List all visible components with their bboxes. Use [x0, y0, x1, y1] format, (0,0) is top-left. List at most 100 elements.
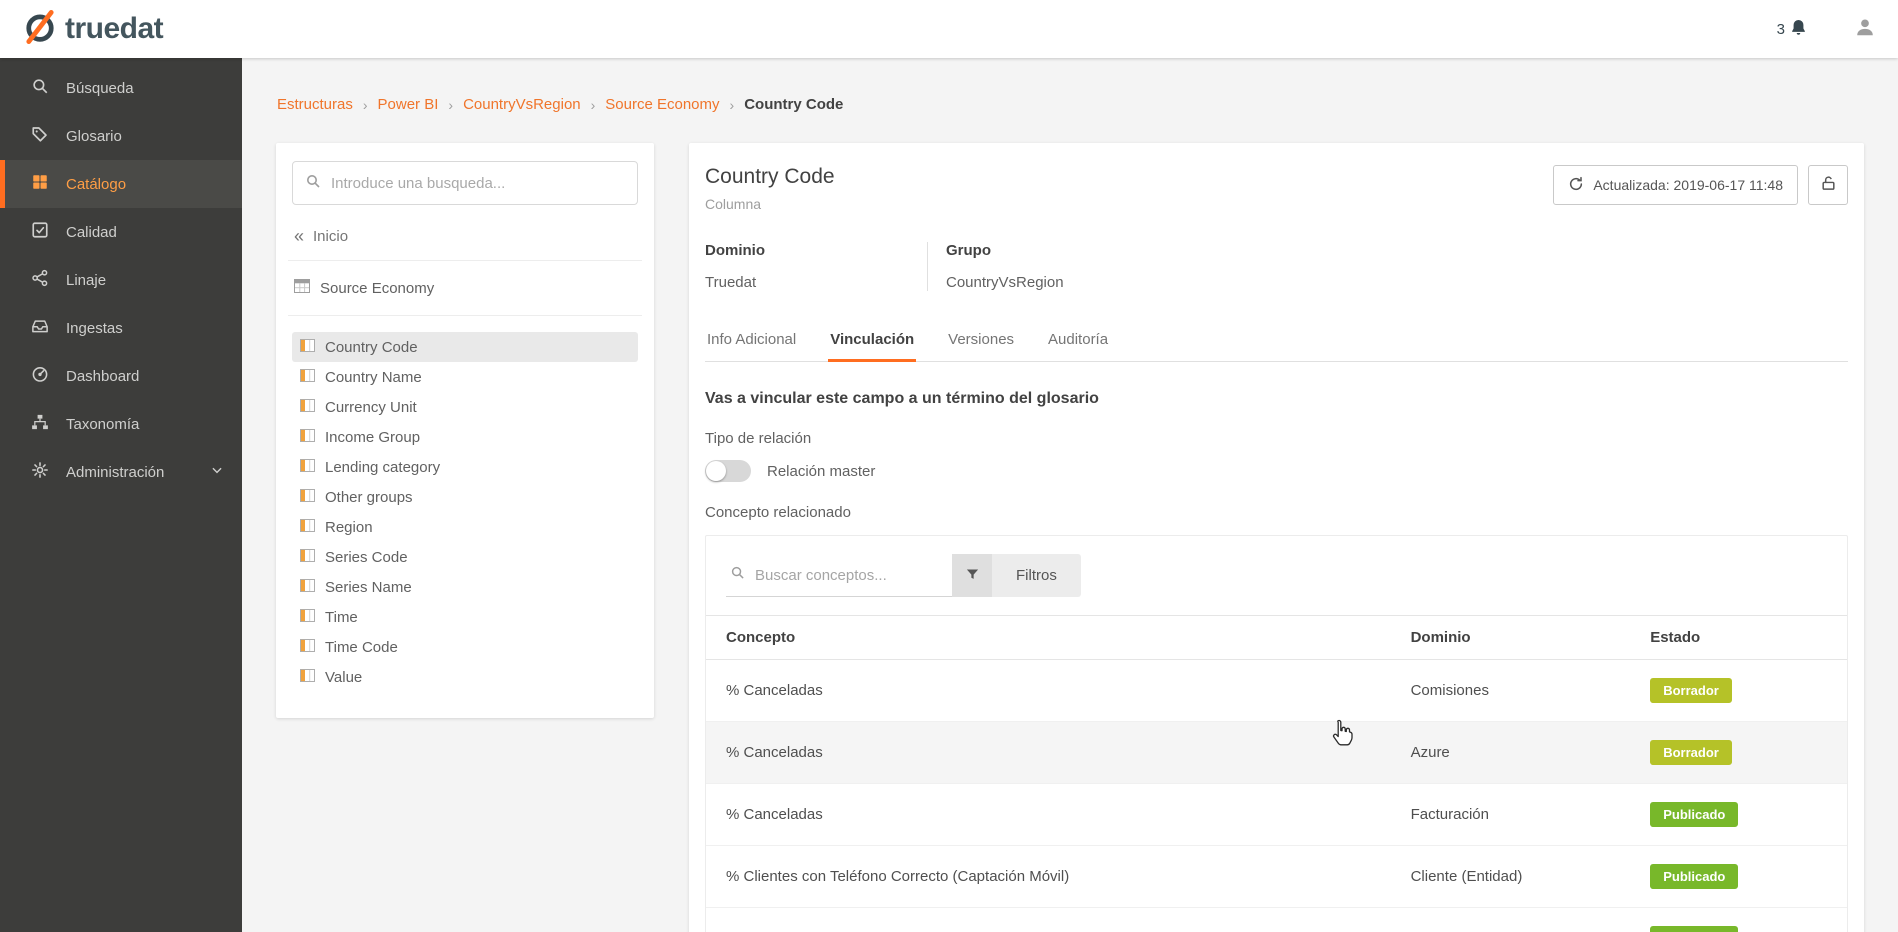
sidebar-item-ingestas[interactable]: Ingestas	[0, 304, 242, 352]
parent-table-item[interactable]: Source Economy	[294, 279, 636, 297]
sidebar-item-calidad[interactable]: Calidad	[0, 208, 242, 256]
column-item-lending-category[interactable]: Lending category	[292, 452, 638, 482]
column-item-income-group[interactable]: Income Group	[292, 422, 638, 452]
column-item-value[interactable]: Value	[292, 662, 638, 692]
concept-row[interactable]: % Canceladas Azure Borrador	[706, 722, 1847, 784]
share-nodes-icon	[31, 269, 49, 291]
column-header-concepto: Concepto	[706, 616, 1391, 660]
notifications-button[interactable]: 3	[1777, 18, 1808, 41]
concept-row[interactable]: % Canceladas Comisiones Borrador	[706, 660, 1847, 722]
concept-row[interactable]: % Clientes con Teléfono Correcto (Captac…	[706, 846, 1847, 908]
breadcrumb-separator	[363, 97, 368, 113]
logo-wordmark: truedat	[65, 12, 163, 46]
truedat-logo[interactable]: truedat	[22, 9, 163, 50]
breadcrumb-separator	[730, 97, 735, 113]
column-item-currency-unit[interactable]: Currency Unit	[292, 392, 638, 422]
breadcrumb-separator	[448, 97, 453, 113]
refresh-updated-button[interactable]: Actualizada: 2019-06-17 11:48	[1553, 165, 1798, 205]
concept-cell: % Canceladas	[706, 784, 1391, 846]
column-item-time[interactable]: Time	[292, 602, 638, 632]
sidebar-item-dashboard[interactable]: Dashboard	[0, 352, 242, 400]
concept-cell: % Canceladas	[706, 660, 1391, 722]
concept-cell: % Canceladas	[706, 722, 1391, 784]
domain-cell: Facturación	[1391, 784, 1631, 846]
lock-button[interactable]	[1808, 165, 1848, 205]
structure-search-input[interactable]	[331, 175, 625, 192]
column-label: Lending category	[325, 459, 440, 476]
column-icon	[300, 669, 315, 686]
column-label: Time	[325, 609, 358, 626]
user-icon	[1854, 16, 1876, 43]
back-to-start-link[interactable]: Inicio	[294, 227, 636, 246]
status-badge: Borrador	[1650, 678, 1732, 703]
search-icon	[31, 77, 49, 99]
parent-table-label: Source Economy	[320, 280, 434, 297]
relation-type-label: Tipo de relación	[705, 430, 1848, 447]
tab-auditoria[interactable]: Auditoría	[1046, 321, 1110, 362]
column-icon	[300, 639, 315, 656]
domain-cell: Comisiones	[1391, 660, 1631, 722]
unlock-icon	[1820, 175, 1837, 195]
detail-tabs: Info Adicional Vinculación Versiones Aud…	[705, 321, 1848, 362]
column-list: Country Code Country Name Currency Unit …	[292, 332, 638, 692]
gear-icon	[31, 461, 49, 483]
breadcrumb-estructuras[interactable]: Estructuras	[277, 96, 353, 113]
sidebar-item-label: Calidad	[66, 224, 117, 241]
content-area: Estructuras Power BI CountryVsRegion Sou…	[242, 58, 1898, 932]
sidebar-item-catalogo[interactable]: Catálogo	[0, 160, 242, 208]
column-item-region[interactable]: Region	[292, 512, 638, 542]
related-concept-label: Concepto relacionado	[705, 504, 1848, 521]
tab-vinculacion[interactable]: Vinculación	[828, 321, 916, 362]
column-item-country-code[interactable]: Country Code	[292, 332, 638, 362]
back-label: Inicio	[313, 228, 348, 245]
column-label: Currency Unit	[325, 399, 417, 416]
concept-search-input[interactable]	[755, 567, 954, 584]
sidebar-item-busqueda[interactable]: Búsqueda	[0, 64, 242, 112]
column-item-other-groups[interactable]: Other groups	[292, 482, 638, 512]
column-label: Value	[325, 669, 362, 686]
column-item-series-code[interactable]: Series Code	[292, 542, 638, 572]
sidebar-item-label: Ingestas	[66, 320, 123, 337]
user-menu-button[interactable]	[1854, 16, 1876, 43]
concept-row[interactable]: % Clientes con Teléfono Erróneo (Captaci…	[706, 908, 1847, 932]
column-icon	[300, 519, 315, 536]
sitemap-icon	[31, 413, 49, 435]
master-relation-label: Relación master	[767, 463, 875, 480]
sidebar-item-glosario[interactable]: Glosario	[0, 112, 242, 160]
status-badge: Publicado	[1650, 864, 1738, 889]
column-item-time-code[interactable]: Time Code	[292, 632, 638, 662]
tab-versiones[interactable]: Versiones	[946, 321, 1016, 362]
sidebar-item-taxonomia[interactable]: Taxonomía	[0, 400, 242, 448]
status-badge: Publicado	[1650, 802, 1738, 827]
column-icon	[300, 429, 315, 446]
table-icon	[294, 279, 310, 297]
metadata-section: Dominio Truedat Grupo CountryVsRegion	[705, 242, 1848, 291]
notification-count: 3	[1777, 21, 1785, 38]
divider	[288, 315, 642, 316]
domain-cell: Cliente (Entidad)	[1391, 908, 1631, 932]
group-label: Grupo	[946, 242, 1064, 259]
sidebar-item-administracion[interactable]: Administración	[0, 448, 242, 496]
breadcrumb-power-bi[interactable]: Power BI	[378, 96, 439, 113]
column-item-series-name[interactable]: Series Name	[292, 572, 638, 602]
filter-toggle-button[interactable]	[952, 554, 992, 597]
sidebar-item-linaje[interactable]: Linaje	[0, 256, 242, 304]
divider	[288, 260, 642, 261]
master-relation-toggle[interactable]	[705, 460, 751, 482]
domain-value: Truedat	[705, 274, 927, 291]
column-item-country-name[interactable]: Country Name	[292, 362, 638, 392]
concept-search-box	[726, 554, 952, 597]
refresh-icon	[1568, 176, 1584, 195]
column-icon	[300, 609, 315, 626]
column-label: Income Group	[325, 429, 420, 446]
toggle-knob	[706, 461, 726, 481]
breadcrumb-source-economy[interactable]: Source Economy	[605, 96, 719, 113]
bell-icon	[1789, 18, 1808, 41]
tab-info-adicional[interactable]: Info Adicional	[705, 321, 798, 362]
filters-button[interactable]: Filtros	[992, 554, 1081, 597]
column-label: Country Code	[325, 339, 418, 356]
column-label: Series Name	[325, 579, 412, 596]
tag-icon	[31, 125, 49, 147]
concept-row[interactable]: % Canceladas Facturación Publicado	[706, 784, 1847, 846]
breadcrumb-countryvsregion[interactable]: CountryVsRegion	[463, 96, 581, 113]
